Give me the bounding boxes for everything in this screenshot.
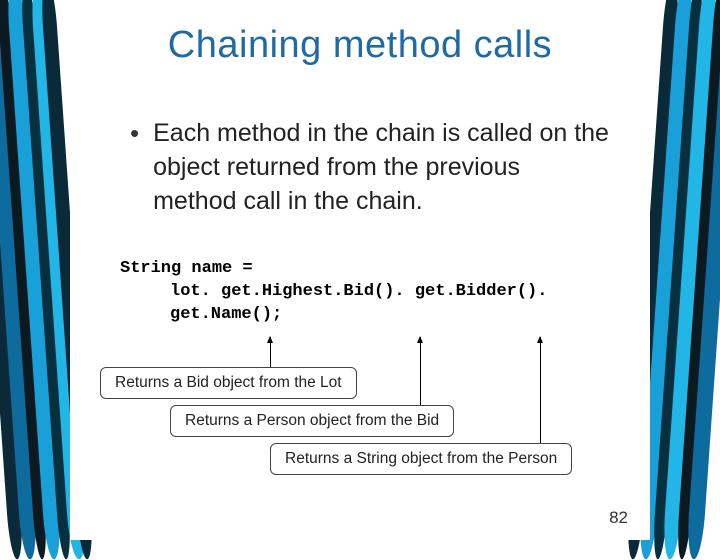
bullet-marker: • <box>130 117 139 151</box>
slide-content: Chaining method calls • Each method in t… <box>70 0 650 540</box>
arrow-2 <box>420 337 421 405</box>
bullet-point: • Each method in the chain is called on … <box>70 117 650 218</box>
page-number: 82 <box>609 508 628 528</box>
callout-diagram: Returns a Bid object from the Lot Return… <box>70 337 650 507</box>
slide-title: Chaining method calls <box>70 24 650 67</box>
callout-2: Returns a Person object from the Bid <box>170 405 454 437</box>
background-feathers-right <box>650 0 720 540</box>
arrow-1 <box>270 337 271 367</box>
callout-1: Returns a Bid object from the Lot <box>100 367 357 399</box>
background-feathers-left <box>0 0 70 540</box>
arrow-3 <box>540 337 541 443</box>
code-example: String name = lot. get.Highest.Bid(). ge… <box>70 258 650 327</box>
code-line-1: String name = <box>120 258 650 281</box>
bullet-text: Each method in the chain is called on th… <box>153 117 610 218</box>
callout-3: Returns a String object from the Person <box>270 443 572 475</box>
code-line-2: lot. get.Highest.Bid(). get.Bidder(). ge… <box>120 281 650 327</box>
